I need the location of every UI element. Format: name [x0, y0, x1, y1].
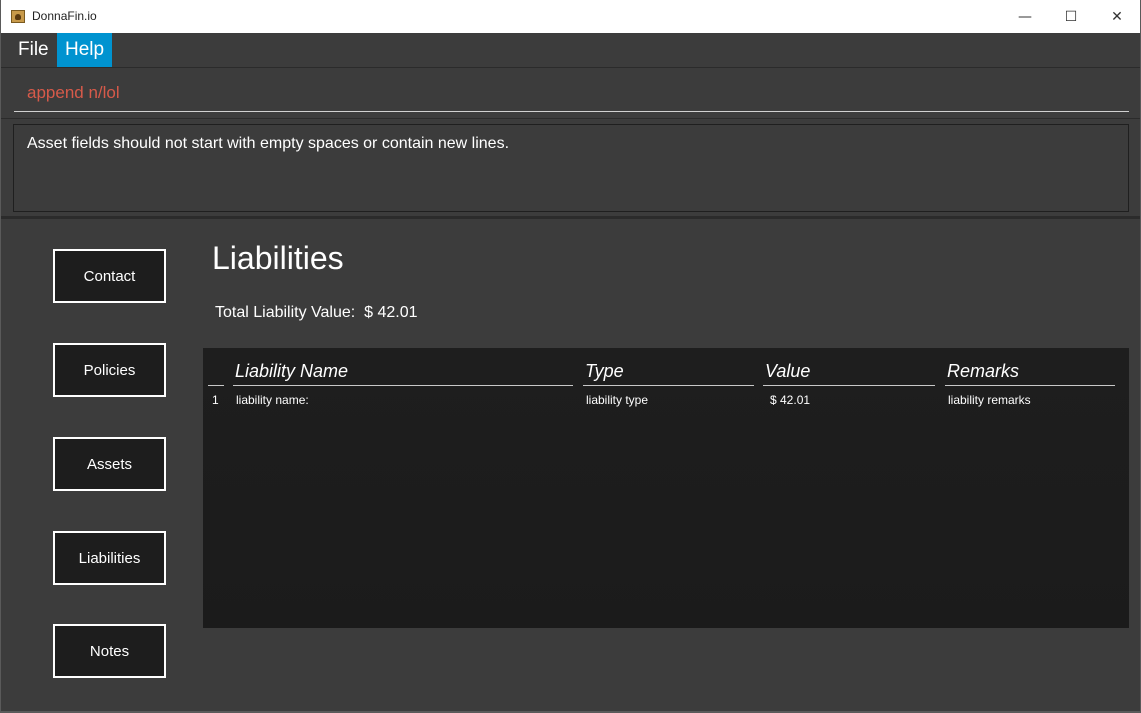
app-logo-icon [11, 10, 25, 23]
column-header-index[interactable] [208, 358, 224, 386]
menu-help[interactable]: Help [57, 33, 113, 67]
column-header-remarks[interactable]: Remarks [945, 358, 1115, 386]
close-icon[interactable]: ✕ [1094, 0, 1140, 33]
title-bar: DonnaFin.io — ☐ ✕ [1, 0, 1140, 34]
row-index: 1 [212, 393, 219, 407]
total-liability-row: Total Liability Value: $ 42.01 [215, 304, 418, 322]
minimize-icon[interactable]: — [1002, 0, 1048, 33]
window-title: DonnaFin.io [32, 9, 97, 23]
menu-bar: File Help [1, 33, 1140, 68]
liability-remarks-cell: liability remarks [948, 393, 1031, 407]
menu-file[interactable]: File [10, 33, 57, 67]
command-input-value: append n/lol [27, 83, 120, 102]
divider [1, 118, 1140, 119]
app-window: DonnaFin.io — ☐ ✕ File Help append n/lol… [1, 0, 1140, 711]
assets-button[interactable]: Assets [53, 437, 166, 491]
liabilities-button[interactable]: Liabilities [53, 531, 166, 585]
policies-button[interactable]: Policies [53, 343, 166, 397]
page-title: Liabilities [212, 240, 344, 276]
command-input[interactable]: append n/lol [14, 75, 1129, 112]
contact-button[interactable]: Contact [53, 249, 166, 303]
liability-name-cell: liability name: [236, 393, 309, 407]
maximize-icon[interactable]: ☐ [1048, 0, 1094, 33]
liability-type-cell: liability type [586, 393, 649, 407]
column-header-value[interactable]: Value [763, 358, 935, 386]
liabilities-table: Liability Name Type Value Remarks 1 liab… [203, 348, 1129, 628]
liability-value-cell: $ 42.01 [770, 393, 811, 407]
result-display: Asset fields should not start with empty… [13, 124, 1129, 212]
total-liability-value: $ 42.01 [364, 304, 418, 321]
total-liability-label: Total Liability Value: [215, 304, 356, 321]
result-message: Asset fields should not start with empty… [27, 135, 510, 152]
divider [1, 216, 1140, 219]
column-header-type[interactable]: Type [583, 358, 754, 386]
column-header-liability-name[interactable]: Liability Name [233, 358, 573, 386]
notes-button[interactable]: Notes [53, 624, 166, 678]
